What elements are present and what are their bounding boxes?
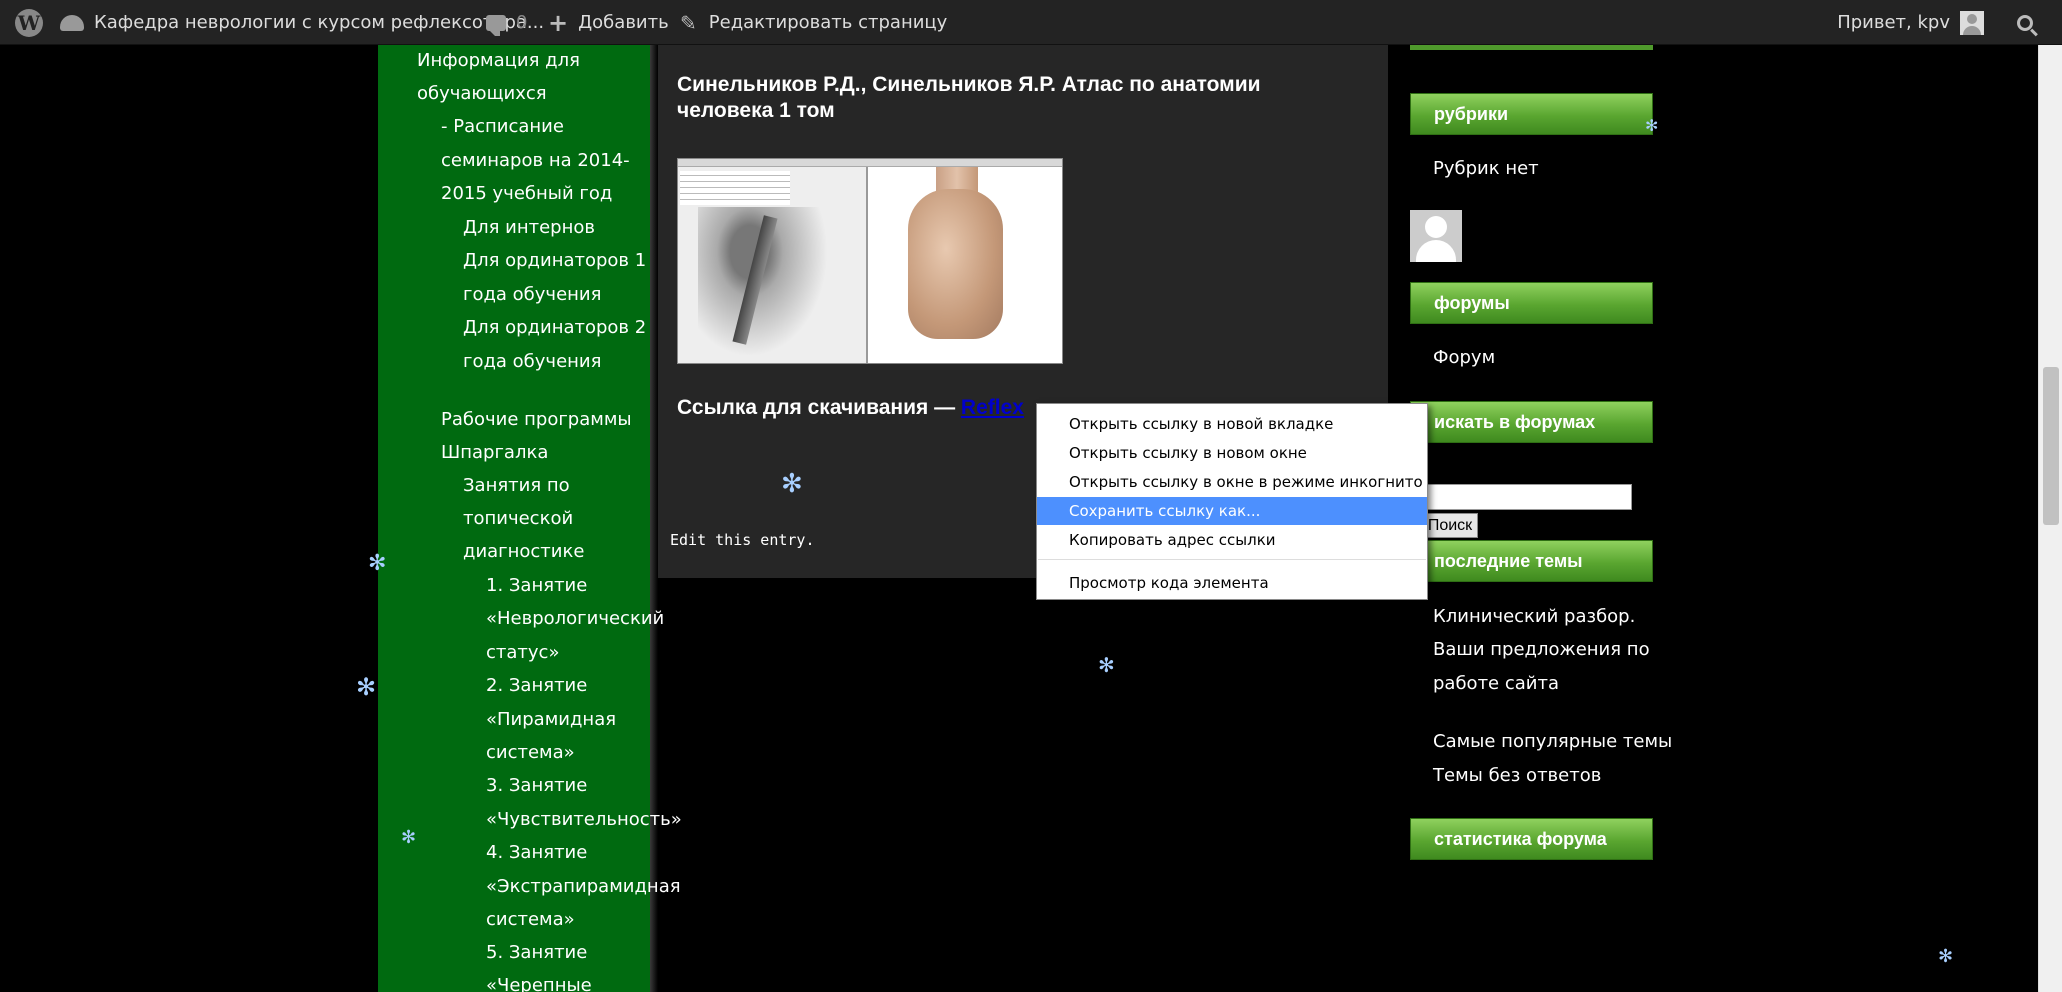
- forums-heading: форумы: [1410, 282, 1653, 324]
- nav-lesson-4-c[interactable]: система»: [486, 903, 575, 937]
- greeting-label: Привет, kpv: [1837, 12, 1950, 33]
- ctx-open-new-window[interactable]: Открыть ссылку в новом окне: [1037, 439, 1427, 467]
- rubrics-heading: рубрики: [1410, 93, 1653, 135]
- nav-schedule-2[interactable]: семинаров на 2014-: [441, 144, 630, 178]
- download-line: Ссылка для скачивания — Reflex: [677, 396, 1024, 420]
- ctx-open-incognito[interactable]: Открыть ссылку в окне в режиме инкогнито: [1037, 468, 1427, 496]
- avatar-icon: [1960, 10, 1984, 35]
- wordpress-logo-icon: W: [15, 8, 43, 37]
- forum-stats-heading: статистика форума: [1410, 818, 1653, 860]
- thumbnail-hand: [908, 189, 1003, 339]
- download-label: Ссылка для скачивания —: [677, 396, 961, 419]
- snowflake-icon: ✻: [781, 469, 803, 499]
- nav-students-info[interactable]: Информация для: [417, 44, 580, 78]
- ctx-copy-link-address[interactable]: Копировать адрес ссылки: [1037, 526, 1427, 554]
- nav-lesson-3-b[interactable]: «Чувствительность»: [486, 803, 682, 837]
- account-menu[interactable]: Привет, kpv: [1837, 0, 1984, 45]
- ctx-inspect-element[interactable]: Просмотр кода элемента: [1037, 569, 1427, 597]
- nav-lesson-4[interactable]: 4. Занятие: [486, 836, 587, 870]
- nav-topical-lessons[interactable]: Занятия по: [463, 469, 570, 503]
- edit-entry-link[interactable]: Edit this entry.: [670, 531, 815, 549]
- nav-lesson-5[interactable]: 5. Занятие: [486, 936, 587, 970]
- nav-interns[interactable]: Для интернов: [463, 211, 595, 245]
- nav-lesson-4-b[interactable]: «Экстрапирамидная: [486, 870, 681, 904]
- site-name-label: Кафедра неврологии с курсом рефлексотера…: [94, 12, 545, 33]
- post-title: Синельников Р.Д., Синельников Я.Р. Атлас…: [677, 73, 1261, 122]
- forum-search-button[interactable]: Поиск: [1422, 513, 1478, 538]
- nav-students-info-2[interactable]: обучающихся: [417, 77, 547, 111]
- snowflake-icon: ✻: [368, 551, 387, 576]
- plus-icon: +: [548, 8, 569, 37]
- snowflake-icon: ✻: [401, 827, 417, 848]
- snowflake-icon: ✻: [1645, 116, 1659, 135]
- ctx-separator: [1038, 559, 1426, 560]
- nav-residents-2-b[interactable]: года обучения: [463, 345, 601, 379]
- comments-menu[interactable]: 0: [486, 0, 527, 45]
- nav-schedule[interactable]: - Расписание: [441, 110, 564, 144]
- comment-bubble-icon: [486, 14, 506, 36]
- popular-topics-link[interactable]: Самые популярные темы: [1433, 725, 1672, 759]
- edit-page-menu[interactable]: ✎ Редактировать страницу: [680, 0, 947, 45]
- dashboard-icon: [60, 14, 84, 31]
- thumbnail-table: [680, 171, 790, 205]
- forum-link[interactable]: Форум: [1433, 341, 1495, 375]
- forum-search-input[interactable]: [1422, 484, 1632, 510]
- comments-count: 0: [516, 12, 528, 33]
- thumbnail-toolbar: [678, 159, 1062, 167]
- nav-lesson-2-c[interactable]: система»: [486, 736, 575, 770]
- context-menu: Открыть ссылку в новой вкладке Открыть с…: [1036, 403, 1428, 600]
- snowflake-icon: ✻: [356, 673, 377, 701]
- nav-lesson-5-b[interactable]: «Черепные: [486, 969, 592, 992]
- thumbnail-left-pane: [678, 167, 868, 363]
- ctx-open-new-tab[interactable]: Открыть ссылку в новой вкладке: [1037, 410, 1427, 438]
- site-name-menu[interactable]: Кафедра неврологии с курсом рефлексотера…: [60, 0, 544, 45]
- snowflake-icon: ✻: [1938, 946, 1954, 967]
- left-navigation-shadow: [650, 45, 658, 992]
- latest-topic-link[interactable]: Клинический разбор.: [1433, 600, 1635, 634]
- edit-page-label: Редактировать страницу: [708, 12, 948, 33]
- download-link[interactable]: Reflex: [961, 396, 1024, 419]
- nav-lesson-3[interactable]: 3. Занятие: [486, 769, 587, 803]
- nav-lesson-1[interactable]: 1. Занятие: [486, 569, 587, 603]
- nav-residents-2[interactable]: Для ординаторов 2: [463, 311, 646, 345]
- nav-lesson-1-c[interactable]: статус»: [486, 636, 559, 670]
- rubrics-text: Рубрик нет: [1433, 158, 1539, 179]
- nav-lesson-2-b[interactable]: «Пирамидная: [486, 703, 616, 737]
- latest-topics-heading: последние темы: [1410, 540, 1653, 582]
- sidebar-top-bar: [1410, 45, 1653, 50]
- forum-search-heading: искать в форумах: [1410, 401, 1653, 443]
- nav-residents-1-b[interactable]: года обучения: [463, 278, 601, 312]
- admin-bar: W Кафедра неврологии с курсом рефлексоте…: [0, 0, 2062, 45]
- latest-topic-link-3[interactable]: работе сайта: [1433, 667, 1559, 701]
- unanswered-topics-link[interactable]: Темы без ответов: [1433, 759, 1601, 793]
- page: W Кафедра неврологии с курсом рефлексоте…: [0, 0, 2062, 992]
- search-icon: [2017, 14, 2033, 31]
- nav-topical-lessons-3[interactable]: диагностике: [463, 535, 584, 569]
- post-thumbnail[interactable]: [677, 158, 1063, 364]
- pencil-icon: ✎: [680, 10, 697, 35]
- page-scrollbar[interactable]: [2038, 45, 2062, 992]
- add-new-label: Добавить: [578, 12, 669, 33]
- admin-search-button[interactable]: [2010, 0, 2040, 45]
- nav-cheatsheet[interactable]: Шпаргалка: [441, 436, 548, 470]
- avatar-icon: [1410, 210, 1462, 262]
- scrollbar-thumb[interactable]: [2043, 367, 2059, 525]
- nav-residents-1[interactable]: Для ординаторов 1: [463, 244, 646, 278]
- latest-topic-link-2[interactable]: Ваши предложения по: [1433, 633, 1650, 667]
- nav-lesson-2[interactable]: 2. Занятие: [486, 669, 587, 703]
- nav-schedule-3[interactable]: 2015 учебный год: [441, 177, 612, 211]
- snowflake-icon: ✻: [1098, 653, 1115, 677]
- add-new-menu[interactable]: + Добавить: [548, 0, 669, 45]
- wordpress-logo-menu[interactable]: W: [12, 0, 46, 45]
- nav-work-programs[interactable]: Рабочие программы: [441, 403, 632, 437]
- nav-lesson-1-b[interactable]: «Неврологический: [486, 602, 664, 636]
- ctx-save-link-as[interactable]: Сохранить ссылку как...: [1037, 497, 1427, 525]
- nav-topical-lessons-2[interactable]: топической: [463, 502, 573, 536]
